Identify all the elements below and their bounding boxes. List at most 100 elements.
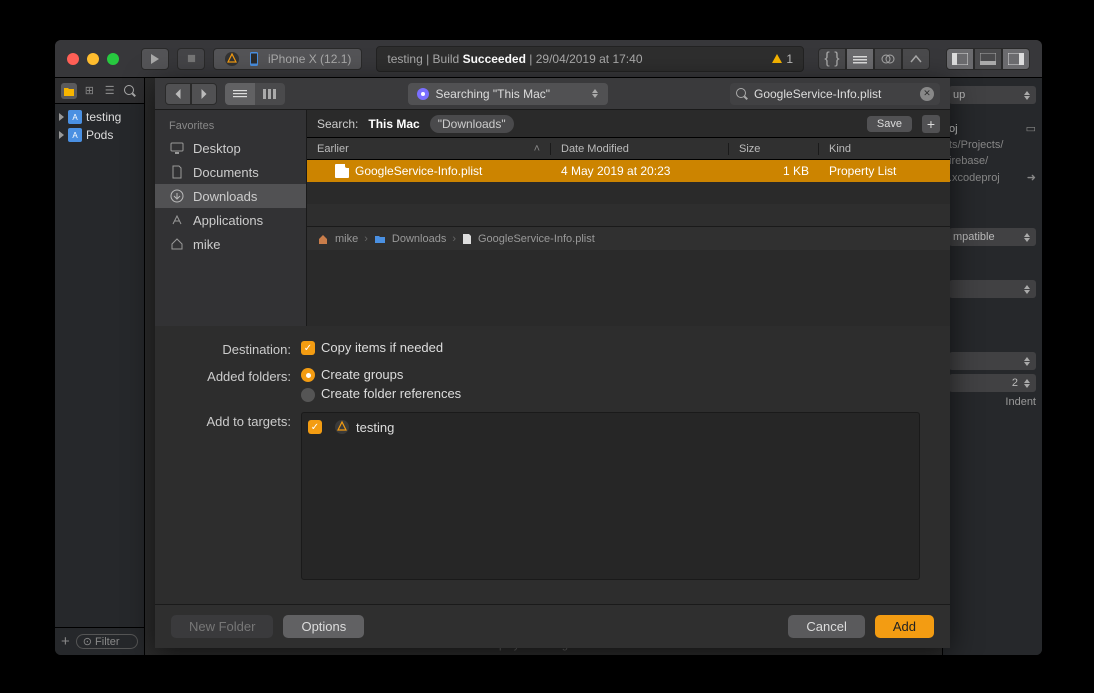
- standard-editor[interactable]: { }: [818, 48, 846, 70]
- path-segment[interactable]: Downloads: [392, 233, 446, 245]
- iphone-icon: [246, 51, 262, 67]
- scope-thismac[interactable]: This Mac: [368, 117, 419, 131]
- scheme-device-label: iPhone X (12.1): [268, 52, 351, 66]
- favorite-label: Documents: [193, 165, 259, 180]
- indent-popup[interactable]: [949, 352, 1036, 370]
- target-row[interactable]: ✓ testing: [308, 419, 913, 435]
- favorite-downloads[interactable]: Downloads: [155, 184, 306, 208]
- add-button[interactable]: +: [61, 633, 70, 650]
- options-area: Destination: ✓Copy items if needed Added…: [155, 326, 950, 604]
- list-view-button[interactable]: [225, 83, 255, 105]
- bottom-panel-toggle[interactable]: [974, 48, 1002, 70]
- empty-file-rows: [307, 182, 950, 226]
- target-name: testing: [356, 420, 394, 435]
- search-scope-bar: Search: This Mac "Downloads" Save +: [307, 110, 950, 138]
- cancel-button[interactable]: Cancel: [788, 615, 864, 638]
- path-fragment: irebase/: [949, 155, 988, 167]
- radio-off-icon[interactable]: [301, 388, 315, 402]
- favorite-home[interactable]: mike: [155, 232, 306, 256]
- source-control-tab[interactable]: ⊞: [81, 83, 97, 99]
- filter-field[interactable]: ⊙ Filter: [76, 634, 138, 649]
- create-folder-refs-radio[interactable]: Create folder references: [301, 386, 461, 402]
- inspector-panel: up oj▭ ts/Projects/ irebase/ .xcodeproj➜…: [942, 78, 1042, 655]
- version-editor[interactable]: [874, 48, 902, 70]
- minimize-button[interactable]: [87, 53, 99, 65]
- indent-stepper[interactable]: 2: [949, 374, 1036, 392]
- find-tab[interactable]: [122, 83, 138, 99]
- status-date: | 29/04/2019 at 17:40: [526, 52, 643, 66]
- scheme-selector[interactable]: iPhone X (12.1): [213, 48, 362, 70]
- copy-items-option[interactable]: ✓Copy items if needed: [301, 340, 443, 356]
- assistant-editor[interactable]: [846, 48, 874, 70]
- tree-item-label: testing: [86, 110, 121, 124]
- column-view-button[interactable]: [255, 83, 285, 105]
- review-editor[interactable]: [902, 48, 930, 70]
- status-succeeded: Succeeded: [463, 52, 526, 66]
- col-date[interactable]: Date Modified: [551, 143, 729, 155]
- warning-icon: [772, 54, 782, 63]
- xcode-project-icon: A: [68, 128, 82, 142]
- forward-button[interactable]: [191, 83, 217, 105]
- file-navigator-tab[interactable]: [61, 83, 77, 99]
- favorite-documents[interactable]: Documents: [155, 160, 306, 184]
- new-folder-button[interactable]: New Folder: [171, 615, 273, 638]
- reveal-icon[interactable]: ➜: [1027, 171, 1036, 184]
- checkbox-checked-icon[interactable]: ✓: [301, 341, 315, 355]
- disclosure-icon[interactable]: [59, 131, 64, 139]
- folder-icon[interactable]: ▭: [1026, 122, 1036, 135]
- maximize-button[interactable]: [107, 53, 119, 65]
- options-button[interactable]: Options: [283, 615, 364, 638]
- chevron-right-icon: ›: [364, 233, 368, 245]
- add-button[interactable]: Add: [875, 615, 934, 638]
- tree-item-pods[interactable]: A Pods: [55, 126, 144, 144]
- home-icon: [169, 236, 185, 252]
- search-icon: [736, 88, 748, 100]
- compat-popup[interactable]: mpatible: [949, 228, 1036, 246]
- home-icon: [317, 233, 329, 245]
- stop-button[interactable]: [177, 48, 205, 70]
- path-fragment: ts/Projects/: [949, 139, 1003, 151]
- add-targets-row: Add to targets: ✓ testing: [185, 412, 920, 580]
- radio-on-icon[interactable]: [301, 368, 315, 382]
- path-segment[interactable]: GoogleService-Info.plist: [478, 233, 595, 245]
- save-search-button[interactable]: Save: [867, 116, 912, 132]
- destination-label: Destination:: [185, 340, 291, 357]
- right-panel-toggle[interactable]: [1002, 48, 1030, 70]
- close-button[interactable]: [67, 53, 79, 65]
- add-criterion-button[interactable]: +: [922, 115, 940, 133]
- checkbox-checked-icon[interactable]: ✓: [308, 420, 322, 434]
- path-bar: mike › Downloads › GoogleService-Info.pl…: [307, 226, 950, 250]
- tree-item-testing[interactable]: A testing: [55, 108, 144, 126]
- app-icon: [224, 51, 240, 67]
- navigator-tree: A testing A Pods: [55, 104, 144, 627]
- file-row-selected[interactable]: GoogleService-Info.plist 4 May 2019 at 2…: [307, 160, 950, 182]
- symbol-tab[interactable]: ☰: [102, 83, 118, 99]
- search-field[interactable]: GoogleService-Info.plist ✕: [730, 83, 940, 105]
- class-popup[interactable]: [949, 280, 1036, 298]
- back-button[interactable]: [165, 83, 191, 105]
- disclosure-icon[interactable]: [59, 113, 64, 121]
- col-kind[interactable]: Kind: [819, 143, 950, 155]
- path-segment[interactable]: mike: [335, 233, 358, 245]
- warning-indicator[interactable]: 1: [772, 52, 793, 66]
- create-groups-radio[interactable]: Create groups: [301, 367, 461, 383]
- favorite-applications[interactable]: Applications: [155, 208, 306, 232]
- location-dropdown[interactable]: Searching "This Mac": [408, 83, 608, 105]
- scope-downloads[interactable]: "Downloads": [430, 115, 514, 133]
- tree-item-label: Pods: [86, 128, 113, 142]
- left-panel-toggle[interactable]: [946, 48, 974, 70]
- inspector-popup[interactable]: up: [949, 86, 1036, 104]
- added-folders-row: Added folders: Create groups Create fold…: [185, 367, 920, 402]
- applications-icon: [169, 212, 185, 228]
- col-size[interactable]: Size: [729, 143, 819, 155]
- desktop-icon: [169, 140, 185, 156]
- favorite-desktop[interactable]: Desktop: [155, 136, 306, 160]
- proj-label: oj: [949, 123, 958, 135]
- plist-file-icon: [335, 164, 349, 178]
- file-name: GoogleService-Info.plist: [355, 164, 482, 178]
- location-label: Searching "This Mac": [436, 87, 551, 101]
- clear-search-button[interactable]: ✕: [920, 87, 934, 101]
- run-button[interactable]: [141, 48, 169, 70]
- downloads-icon: [169, 188, 185, 204]
- col-name[interactable]: Earlier˄: [307, 143, 551, 155]
